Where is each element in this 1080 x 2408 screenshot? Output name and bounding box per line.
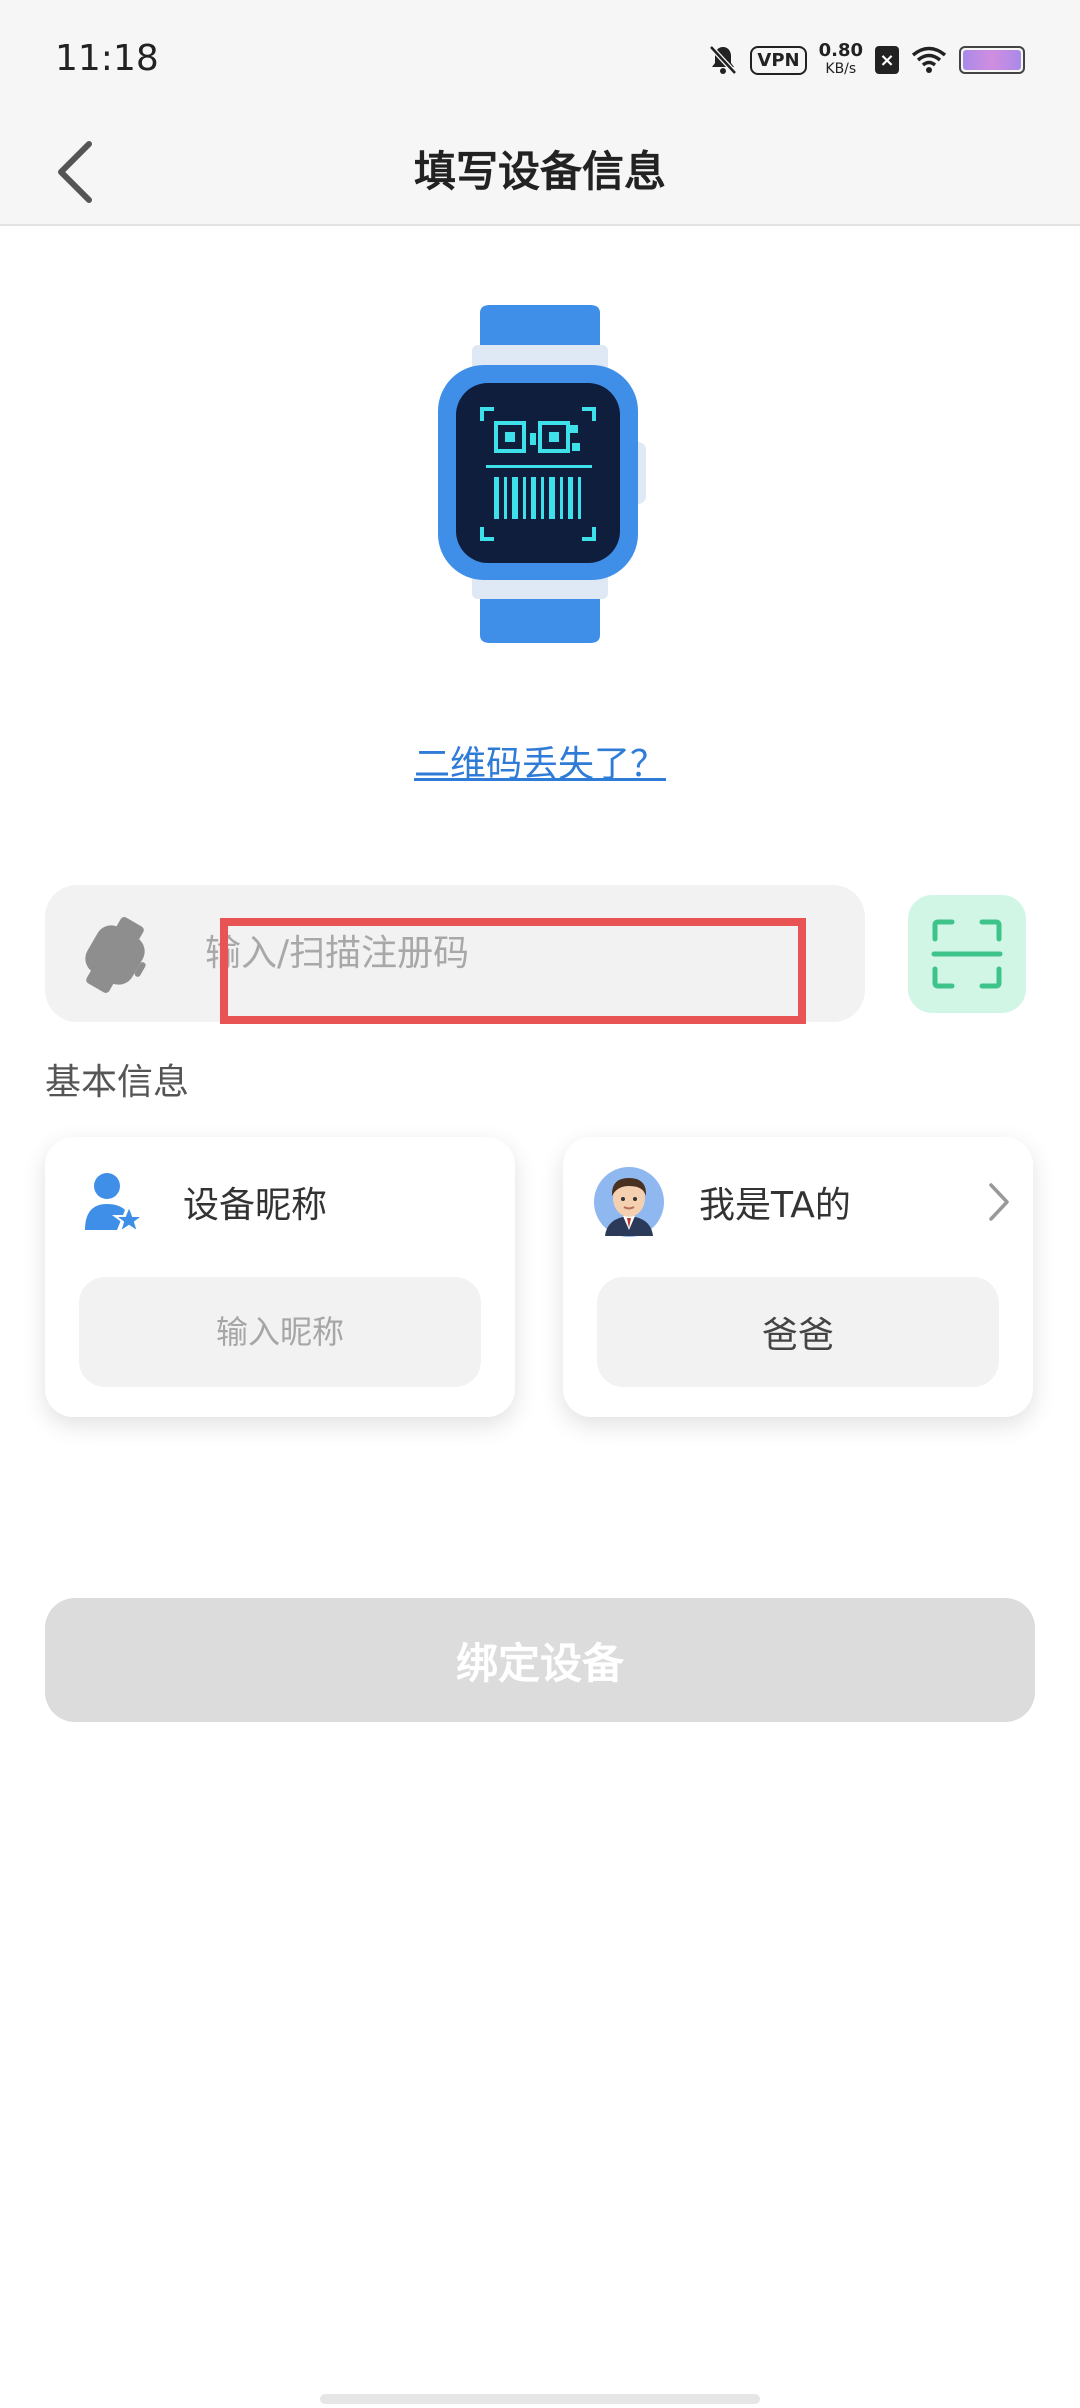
scan-button[interactable] xyxy=(908,895,1026,1013)
register-code-input[interactable] xyxy=(205,910,825,996)
net-speed-unit: KB/s xyxy=(825,61,857,77)
x-box-icon: × xyxy=(875,46,899,74)
nickname-input[interactable] xyxy=(79,1277,481,1387)
watch-qr-illustration xyxy=(430,305,660,645)
nickname-label: 设备昵称 xyxy=(183,1185,328,1226)
basic-info-title: 基本信息 xyxy=(45,1062,190,1103)
nickname-card: 设备昵称 xyxy=(45,1137,515,1417)
user-star-icon xyxy=(85,1173,145,1234)
status-icons: VPN 0.80 KB/s × xyxy=(708,40,1025,80)
page-title: 填写设备信息 xyxy=(413,147,666,196)
relation-field[interactable]: 爸爸 xyxy=(597,1277,999,1387)
relation-value: 爸爸 xyxy=(761,1315,834,1356)
relation-card-header: 我是TA的 xyxy=(593,1167,1003,1237)
scan-icon xyxy=(931,919,1003,989)
status-time: 11:18 xyxy=(55,38,159,79)
home-indicator[interactable] xyxy=(320,2394,760,2404)
wifi-icon xyxy=(911,46,947,74)
net-speed-value: 0.80 xyxy=(818,40,863,61)
relation-card[interactable]: 我是TA的 爸爸 xyxy=(563,1137,1033,1417)
register-code-field[interactable] xyxy=(45,885,865,1022)
watch-icon xyxy=(75,915,155,995)
vpn-icon: VPN xyxy=(750,45,807,75)
battery-icon xyxy=(959,46,1025,74)
nickname-field[interactable] xyxy=(79,1277,481,1387)
dad-avatar-icon xyxy=(594,1167,664,1237)
net-speed: 0.80 KB/s xyxy=(819,42,863,78)
nickname-card-header: 设备昵称 xyxy=(83,1167,485,1237)
relation-label: 我是TA的 xyxy=(699,1185,851,1226)
bell-off-icon xyxy=(708,44,738,76)
chevron-right-icon xyxy=(989,1183,1009,1221)
qr-lost-link[interactable]: 二维码丢失了？ xyxy=(0,740,1080,790)
bind-device-button[interactable]: 绑定设备 xyxy=(45,1598,1035,1722)
status-bar: 11:18 VPN 0.80 KB/s × xyxy=(0,0,1080,120)
nav-bar: 填写设备信息 xyxy=(0,120,1080,226)
